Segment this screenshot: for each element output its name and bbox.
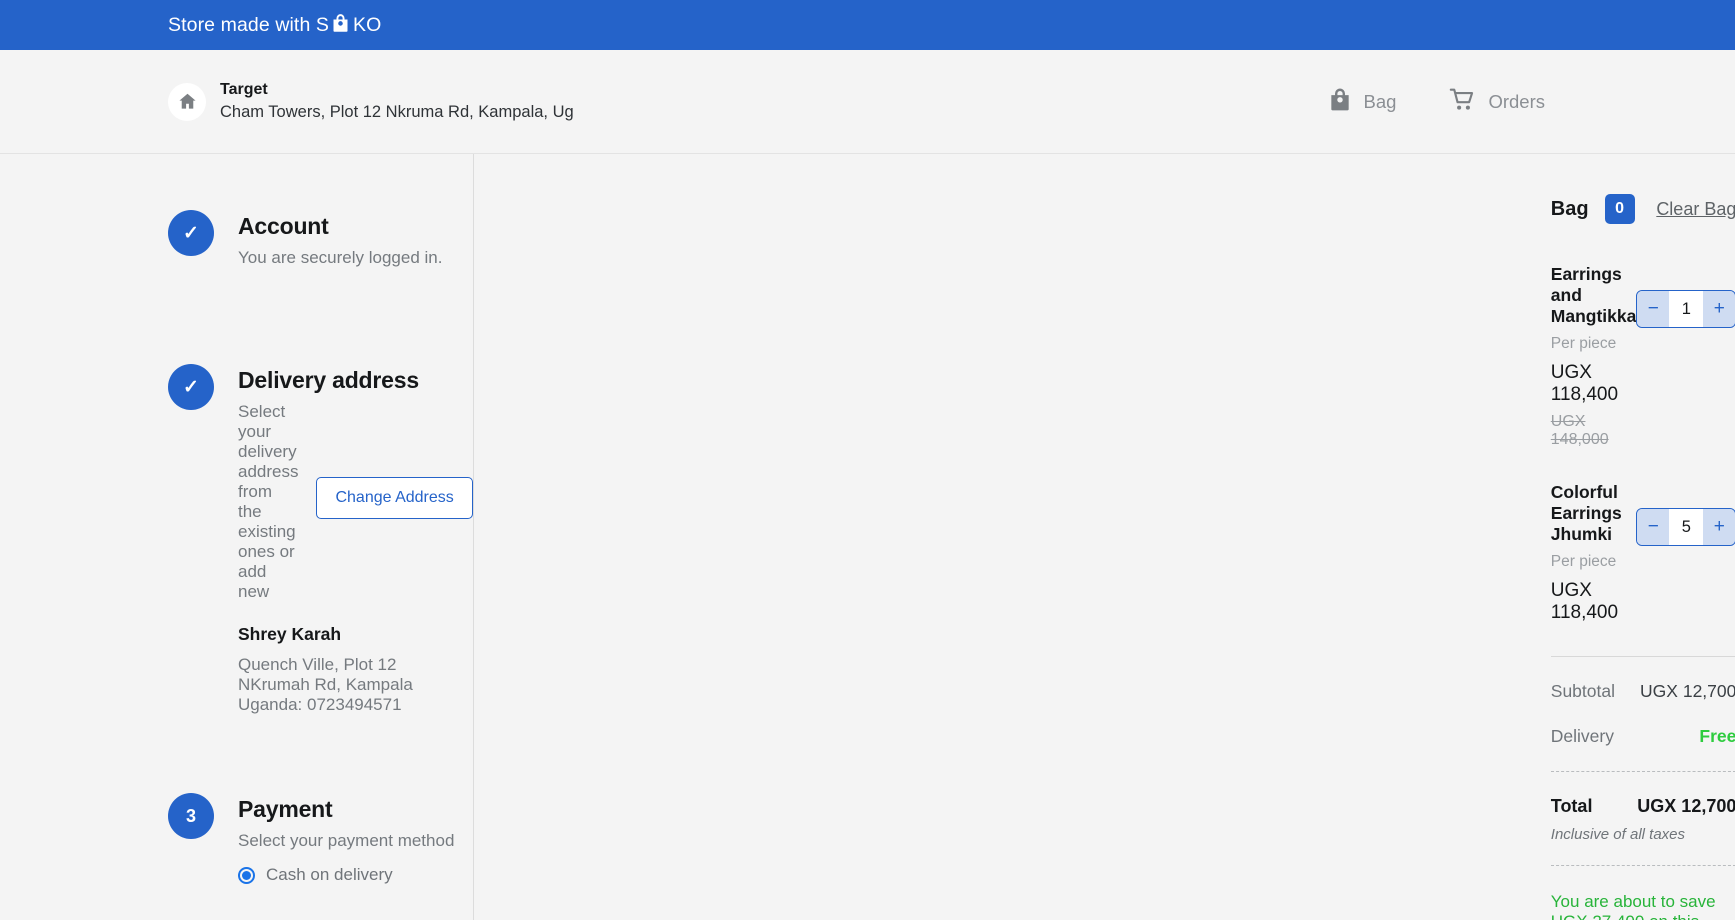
bag-count-badge: 0 (1604, 194, 1635, 224)
store-name: Target (220, 81, 268, 98)
bag-nav-button[interactable]: Bag (1327, 86, 1397, 118)
shopping-bag-icon (1327, 86, 1353, 118)
bag-item-old-price: UGX 148,000 (1550, 413, 1609, 448)
step-payment-title: Payment (238, 796, 333, 822)
bag-item-unit: Per piece (1550, 553, 1617, 570)
payment-option-label: Cash on delivery (266, 865, 393, 884)
quantity-value[interactable]: 5 (1669, 509, 1704, 545)
total-label: Total (1550, 796, 1593, 816)
payment-option-cash-on-delivery[interactable]: Cash on delivery (238, 865, 473, 885)
step-delivery-body: Delivery address Select your delivery ad… (238, 364, 473, 715)
quantity-increment-button[interactable]: + (1703, 291, 1735, 327)
store-meta: Target Cham Towers, Plot 12 Nkruma Rd, K… (220, 81, 574, 122)
quantity-increment-button[interactable]: + (1703, 509, 1735, 545)
subtotal-value: UGX 12,700 (1640, 681, 1735, 701)
quantity-stepper: − 1 + (1636, 290, 1735, 328)
bag-item: Colorful Earrings Jhumki Per piece UGX 1… (1551, 482, 1735, 624)
shopping-bag-icon (330, 12, 351, 34)
step-payment-body: Payment Select your payment method Cash … (238, 793, 473, 920)
promo-text-after: KO (353, 13, 382, 36)
quantity-stepper: − 5 + (1636, 508, 1735, 546)
promo-banner-text: Store made with S KO (168, 14, 381, 37)
tax-note: Inclusive of all taxes (1550, 826, 1686, 843)
shopping-cart-icon (1448, 86, 1477, 118)
step-payment-subtitle: Select your payment method (238, 831, 455, 850)
orders-nav-button[interactable]: Orders (1448, 86, 1545, 118)
step-account-subtitle: You are securely logged in. (238, 248, 443, 267)
promo-banner: Store made with S KO (0, 0, 1735, 50)
bag-item: Earrings and Mangtikka Per piece UGX 118… (1551, 264, 1735, 449)
delivery-subtitle-row: Select your delivery address from the ex… (238, 394, 473, 602)
delivery-label: Delivery (1550, 726, 1614, 746)
quantity-decrement-button[interactable]: − (1637, 291, 1670, 327)
bag-summary-column: Bag 0 Clear Bag Earrings and Mangtikka P… (473, 154, 1735, 920)
bag-item-info: Colorful Earrings Jhumki Per piece UGX 1… (1551, 482, 1637, 624)
step-account-badge: ✓ (168, 210, 214, 256)
bag-items-divider (1550, 656, 1735, 657)
totals-divider-bottom (1550, 865, 1735, 866)
delivery-row: Delivery Free (1551, 726, 1735, 747)
subtotal-label: Subtotal (1550, 681, 1615, 701)
checkout-steps-column: ✓ Account You are securely logged in. ✓ … (0, 154, 474, 920)
checkout-body: ✓ Account You are securely logged in. ✓ … (0, 154, 1735, 920)
bag-item-price: UGX 118,400 (1550, 580, 1619, 623)
step-account-body: Account You are securely logged in. (238, 210, 473, 268)
bag-item-name: Colorful Earrings Jhumki (1550, 482, 1622, 544)
bag-item-unit: Per piece (1550, 335, 1617, 352)
subtotal-row: Subtotal UGX 12,700 (1551, 681, 1735, 702)
radio-selected-icon[interactable] (238, 866, 255, 884)
total-value: UGX 12,700 (1637, 796, 1735, 816)
step-delivery-subtitle: Select your delivery address from the ex… (238, 402, 299, 601)
delivery-value: Free (1699, 726, 1735, 746)
store-address: Cham Towers, Plot 12 Nkruma Rd, Kampala,… (220, 103, 574, 121)
delivery-address-line: Quench Ville, Plot 12 NKrumah Rd, Kampal… (238, 655, 413, 714)
clear-bag-link[interactable]: Clear Bag (1656, 199, 1735, 220)
step-payment: 3 Payment Select your payment method Cas… (0, 793, 473, 920)
bag-nav-label: Bag (1363, 90, 1397, 112)
quantity-value[interactable]: 1 (1669, 291, 1704, 327)
bag-item-price: UGX 118,400 (1550, 362, 1619, 405)
bag-header: Bag 0 Clear Bag (1551, 194, 1735, 224)
total-row: Total UGX 12,700 (1551, 796, 1735, 817)
step-delivery-title: Delivery address (238, 367, 419, 393)
delivery-recipient-name: Shrey Karah (238, 624, 342, 644)
bag-title: Bag (1550, 197, 1589, 220)
step-account-title: Account (238, 213, 329, 239)
step-payment-badge: 3 (168, 793, 214, 839)
store-header: Target Cham Towers, Plot 12 Nkruma Rd, K… (0, 50, 1735, 154)
store-identity: Target Cham Towers, Plot 12 Nkruma Rd, K… (168, 81, 574, 122)
orders-nav-label: Orders (1488, 90, 1545, 112)
bag-item-info: Earrings and Mangtikka Per piece UGX 118… (1551, 264, 1637, 449)
quantity-decrement-button[interactable]: − (1637, 509, 1670, 545)
checkout-page: Store made with S KO Target Cham Towers,… (0, 0, 1735, 920)
savings-note: You are about to save UGX 27,400 on this… (1550, 892, 1716, 920)
bag-item-name: Earrings and Mangtikka (1550, 264, 1637, 326)
change-address-button[interactable]: Change Address (316, 477, 473, 519)
step-delivery-address: ✓ Delivery address Select your delivery … (0, 364, 473, 715)
home-icon (168, 82, 206, 121)
header-actions: Bag Orders (1327, 86, 1545, 118)
promo-text-before: Store made with S (168, 13, 330, 36)
totals-divider-top (1550, 771, 1735, 772)
step-account: ✓ Account You are securely logged in. (0, 210, 473, 268)
step-delivery-badge: ✓ (168, 364, 214, 410)
